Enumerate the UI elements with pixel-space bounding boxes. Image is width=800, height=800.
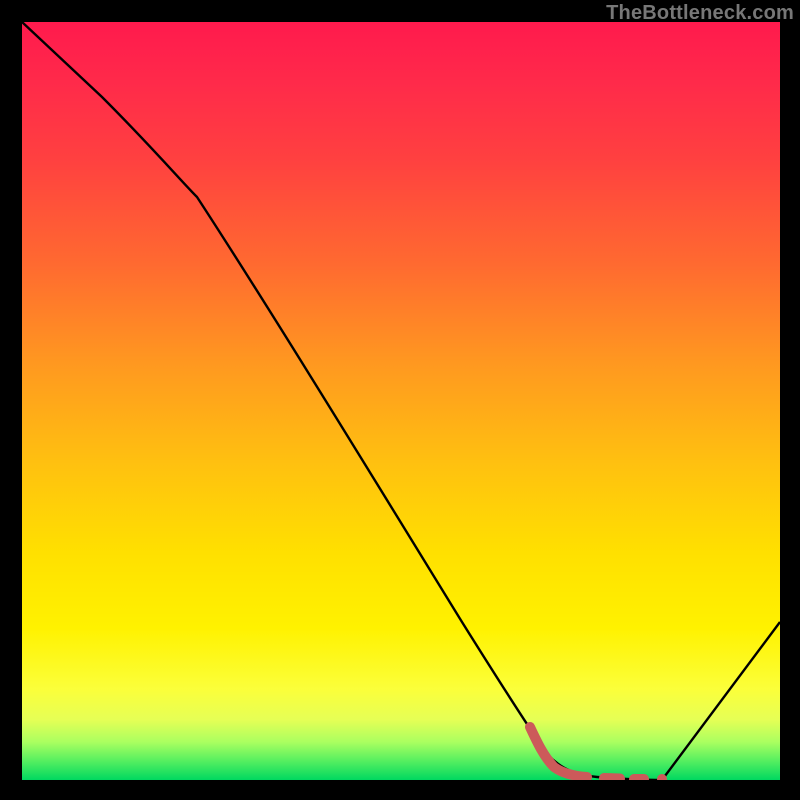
curve-layer — [22, 22, 780, 780]
bottleneck-curve — [22, 22, 780, 780]
plot-area — [22, 22, 780, 780]
chart-frame: TheBottleneck.com — [0, 0, 800, 800]
watermark-text: TheBottleneck.com — [606, 2, 794, 25]
optimal-range-dash — [530, 727, 667, 780]
